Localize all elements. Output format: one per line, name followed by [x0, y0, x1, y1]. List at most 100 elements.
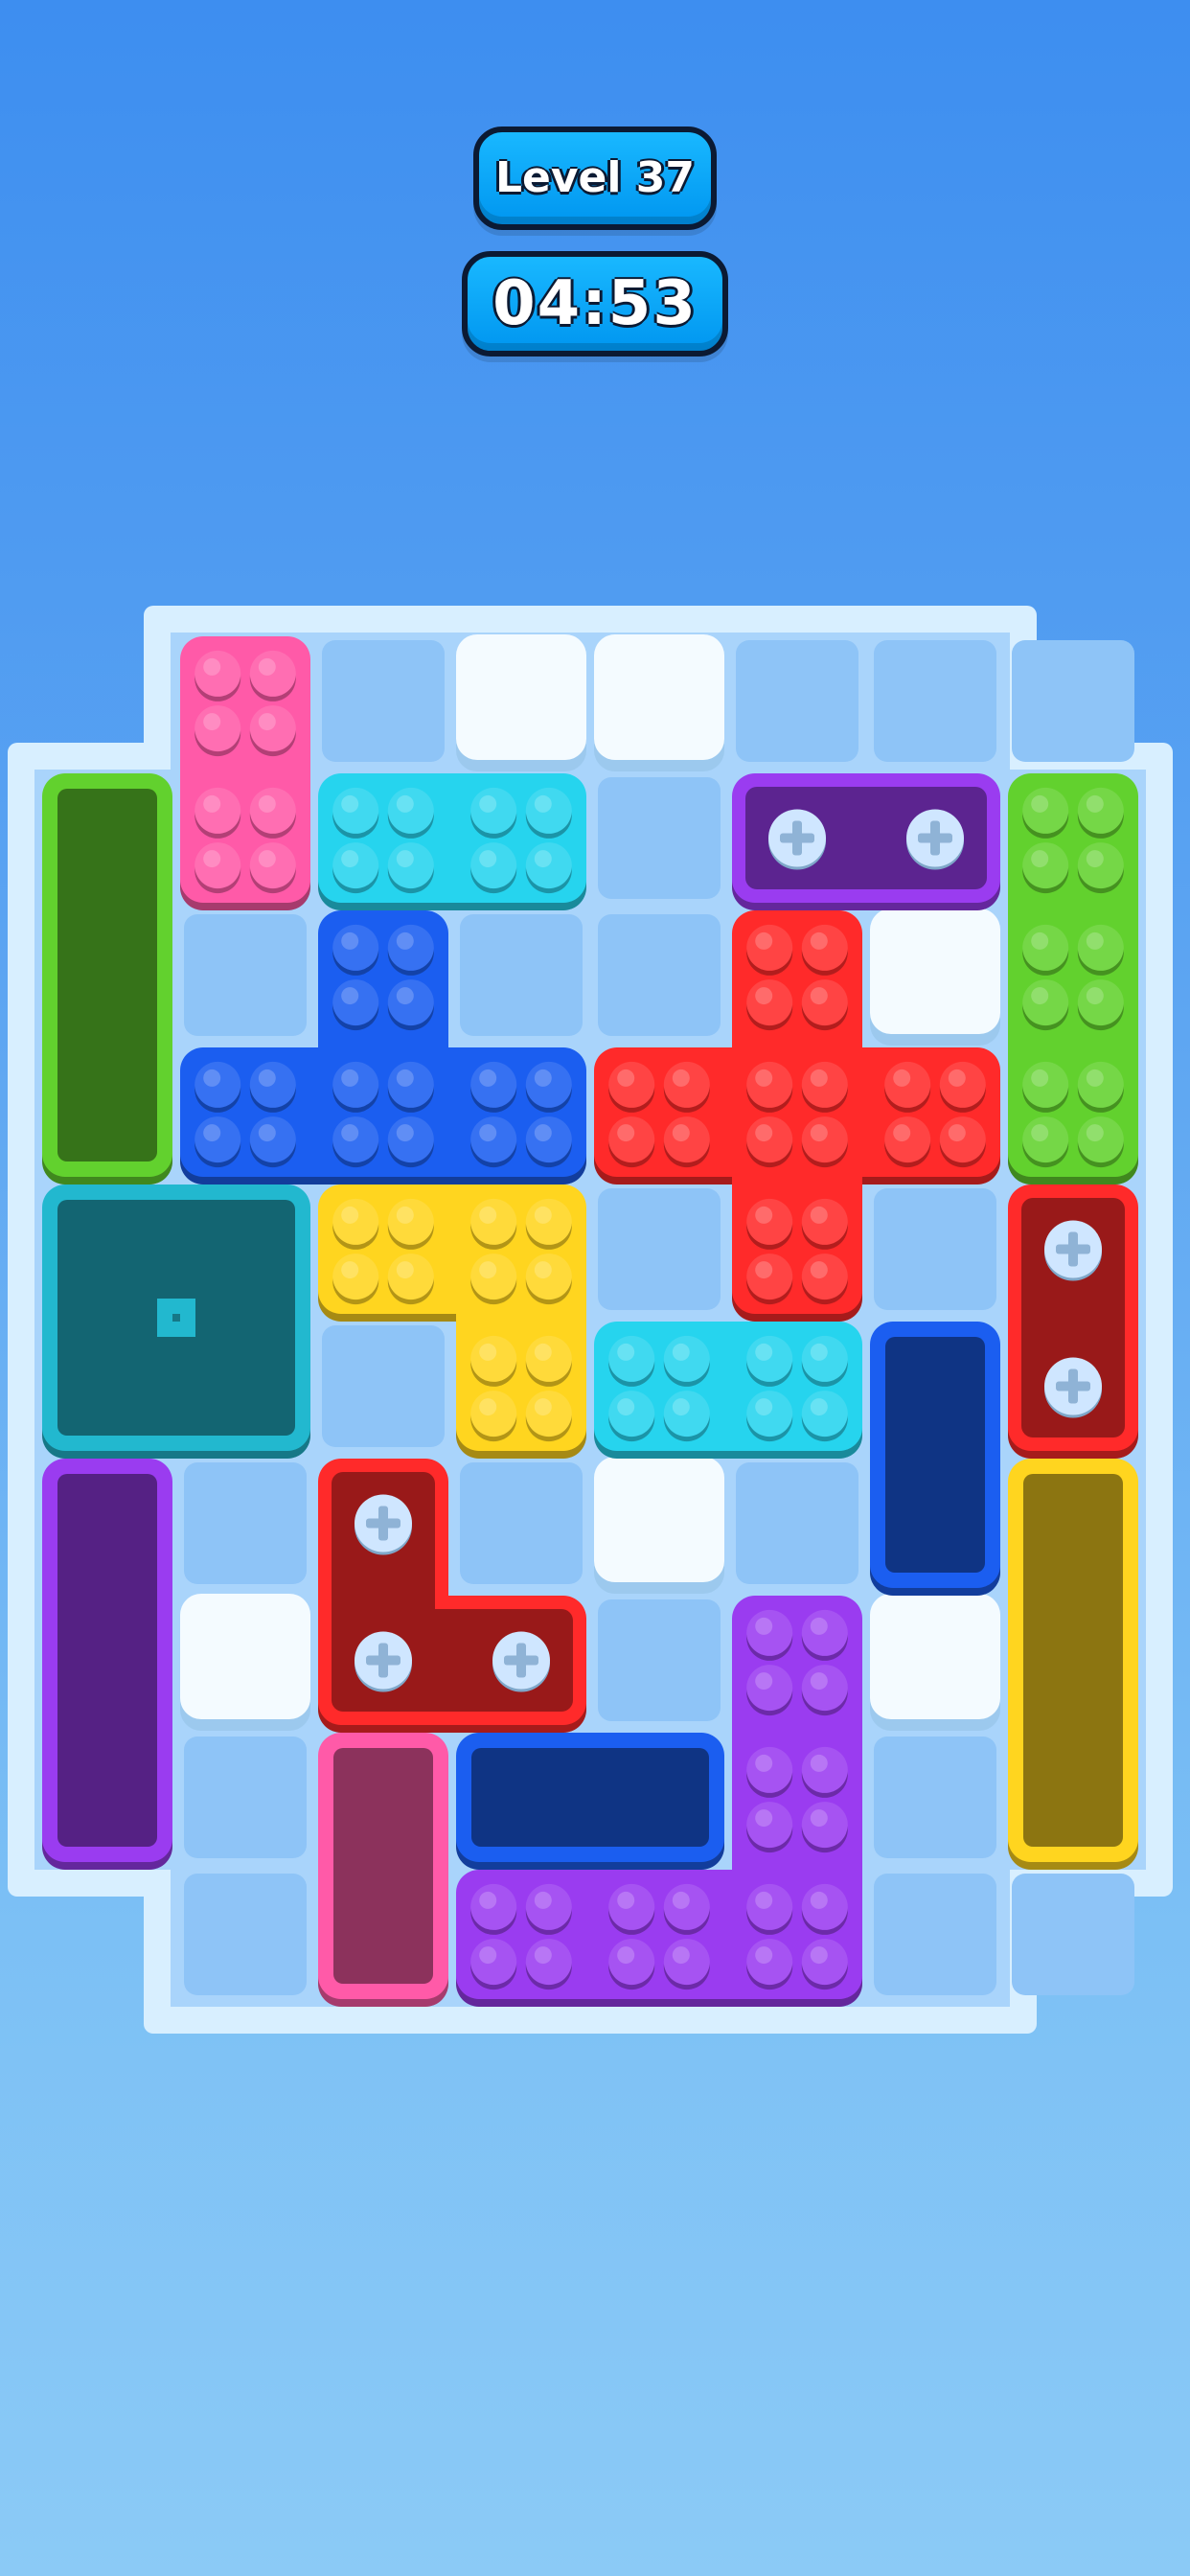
brick-stud: [801, 1883, 848, 1935]
brick-stud: [387, 1116, 434, 1168]
brick-stud: [525, 1116, 572, 1168]
white-block-1: [456, 634, 586, 771]
screw-icon[interactable]: [906, 809, 964, 870]
brick-stud: [608, 1939, 655, 1990]
brick-stud: [663, 1939, 710, 1990]
screw-icon[interactable]: [355, 1494, 412, 1555]
yellow-tank[interactable]: [1008, 1459, 1138, 1870]
brick-stud: [332, 924, 379, 976]
pink-tank[interactable]: [318, 1733, 448, 2007]
board-cell: [460, 914, 583, 1036]
cyan-brick-block-top[interactable]: [318, 773, 586, 910]
brick-stud: [801, 1391, 848, 1442]
board-cell: [736, 640, 858, 762]
teal-tank[interactable]: [42, 1184, 310, 1459]
brick-stud: [746, 1746, 793, 1798]
board-cell: [1012, 640, 1134, 762]
brick-stud: [249, 1061, 296, 1113]
brick-stud: [939, 1061, 986, 1113]
brick-stud: [1022, 842, 1069, 894]
brick-stud: [746, 1198, 793, 1250]
brick-stud: [525, 1335, 572, 1387]
brick-stud: [608, 1391, 655, 1442]
blue-tank-bottom[interactable]: [456, 1733, 724, 1870]
board-cell: [322, 640, 445, 762]
board-cell: [598, 1188, 721, 1310]
brick-stud: [801, 1198, 848, 1250]
brick-stud: [470, 1254, 517, 1305]
brick-stud: [332, 787, 379, 839]
brick-stud: [746, 1254, 793, 1305]
cyan-brick-block-middle[interactable]: [594, 1322, 862, 1459]
brick-stud: [525, 1061, 572, 1113]
board-cell: [460, 1462, 583, 1584]
brick-stud: [332, 1061, 379, 1113]
brick-stud: [1077, 842, 1124, 894]
brick-stud: [1022, 979, 1069, 1031]
brick-stud: [1077, 924, 1124, 976]
puzzle-board: [8, 606, 1173, 2034]
board-cell: [184, 914, 307, 1036]
board-cell: [736, 1462, 858, 1584]
red-screw-block-right[interactable]: [1008, 1184, 1138, 1459]
brick-stud: [195, 1061, 241, 1113]
brick-stud: [470, 1335, 517, 1387]
screw-icon[interactable]: [768, 809, 826, 870]
brick-stud: [195, 1116, 241, 1168]
board-cell: [874, 1874, 996, 1995]
brick-stud: [801, 1746, 848, 1798]
brick-stud: [801, 1116, 848, 1168]
green-tank[interactable]: [42, 773, 172, 1184]
brick-stud: [1022, 787, 1069, 839]
brick-stud: [663, 1391, 710, 1442]
brick-stud: [746, 1391, 793, 1442]
brick-stud: [387, 1254, 434, 1305]
brick-stud: [195, 842, 241, 894]
brick-stud: [195, 705, 241, 757]
brick-stud: [387, 979, 434, 1031]
brick-stud: [746, 1061, 793, 1113]
blue-tank-right[interactable]: [870, 1322, 1000, 1596]
brick-stud: [387, 787, 434, 839]
pink-brick-block[interactable]: [180, 636, 310, 910]
brick-stud: [525, 1254, 572, 1305]
board-cell: [322, 1325, 445, 1447]
board-cell: [184, 1874, 307, 1995]
brick-stud: [470, 842, 517, 894]
screw-icon[interactable]: [355, 1631, 412, 1692]
brick-stud: [525, 842, 572, 894]
brick-stud: [332, 1254, 379, 1305]
brick-stud: [746, 1665, 793, 1716]
screw-icon[interactable]: [1044, 1220, 1102, 1281]
brick-stud: [470, 1939, 517, 1990]
brick-stud: [1077, 979, 1124, 1031]
brick-stud: [470, 1198, 517, 1250]
brick-stud: [746, 1939, 793, 1990]
purple-screw-block[interactable]: [732, 773, 1000, 910]
brick-stud: [332, 979, 379, 1031]
brick-stud: [1077, 787, 1124, 839]
brick-stud: [884, 1061, 931, 1113]
brick-stud: [249, 787, 296, 839]
brick-stud: [525, 1198, 572, 1250]
brick-stud: [525, 1883, 572, 1935]
green-brick-block[interactable]: [1008, 773, 1138, 1184]
purple-tank[interactable]: [42, 1459, 172, 1870]
brick-stud: [746, 924, 793, 976]
brick-stud: [801, 1335, 848, 1387]
brick-stud: [332, 1198, 379, 1250]
brick-stud: [663, 1883, 710, 1935]
brick-stud: [332, 1116, 379, 1168]
brick-stud: [663, 1335, 710, 1387]
brick-stud: [801, 1802, 848, 1853]
screw-icon[interactable]: [1044, 1357, 1102, 1418]
white-block-6: [870, 1594, 1000, 1731]
white-block-2: [594, 634, 724, 771]
screw-icon[interactable]: [492, 1631, 550, 1692]
board-cell: [598, 1599, 721, 1721]
board-cell: [184, 1462, 307, 1584]
brick-stud: [387, 1061, 434, 1113]
brick-stud: [608, 1061, 655, 1113]
brick-stud: [1022, 1116, 1069, 1168]
brick-stud: [746, 1335, 793, 1387]
